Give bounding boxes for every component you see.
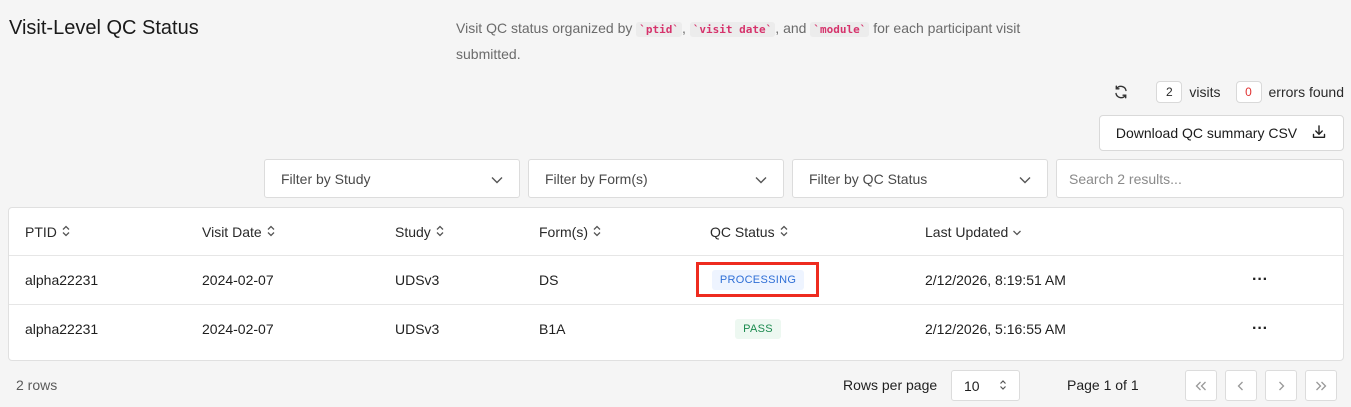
table-row[interactable]: alpha22231 2024-02-07 UDSv3 B1A PASS 2/1…	[9, 305, 1343, 354]
table-footer: 2 rows Rows per page 10 Page 1 of 1	[0, 370, 1351, 402]
cell-forms: B1A	[539, 321, 566, 337]
column-header-forms[interactable]: Form(s)	[539, 208, 602, 256]
download-icon	[1311, 124, 1327, 143]
filter-forms-label: Filter by Form(s)	[545, 170, 648, 187]
chevron-down-icon	[491, 171, 503, 187]
filter-qc-status-dropdown[interactable]: Filter by QC Status	[792, 159, 1048, 198]
stats-bar: 2 visits 0 errors found	[1112, 80, 1344, 104]
download-button-label: Download QC summary CSV	[1115, 125, 1298, 141]
qc-status-table: PTID Visit Date Study Form(s) QC Status …	[8, 207, 1344, 361]
chevron-down-icon	[755, 171, 767, 187]
sort-icon	[266, 224, 276, 240]
column-label: QC Status	[710, 224, 775, 240]
chevron-right-icon	[1277, 378, 1285, 394]
errors-count-badge: 0	[1235, 81, 1262, 103]
column-header-last-updated[interactable]: Last Updated	[925, 208, 1022, 256]
chevron-updown-icon	[999, 378, 1007, 394]
chevron-left-icon	[1237, 378, 1245, 394]
visits-count-badge: 2	[1156, 81, 1183, 103]
sort-icon	[779, 224, 789, 240]
pagination	[1185, 370, 1337, 401]
page-title: Visit-Level QC Status	[9, 17, 199, 39]
cell-ptid: alpha22231	[25, 272, 99, 288]
code-module: `module`	[810, 22, 870, 37]
desc-text: ,	[682, 20, 690, 36]
rows-per-page-select[interactable]: 10	[951, 370, 1020, 401]
cell-study: UDSv3	[395, 321, 440, 337]
rows-count: 2 rows	[16, 377, 58, 393]
desc-text: , and	[775, 20, 811, 36]
column-header-ptid[interactable]: PTID	[25, 208, 71, 256]
code-visit-date: `visit date`	[689, 22, 776, 37]
row-actions-menu-icon[interactable]: ···	[1245, 256, 1275, 304]
filter-qc-status-label: Filter by QC Status	[809, 170, 928, 187]
chevron-down-icon	[1019, 171, 1031, 187]
row-actions-menu-icon[interactable]: ···	[1245, 305, 1275, 353]
column-header-study[interactable]: Study	[395, 208, 445, 256]
download-qc-csv-button[interactable]: Download QC summary CSV	[1099, 115, 1344, 151]
cell-visit-date: 2024-02-07	[202, 272, 274, 288]
filter-study-dropdown[interactable]: Filter by Study	[264, 159, 520, 198]
column-label: Visit Date	[202, 224, 262, 240]
visits-label: visits	[1189, 84, 1221, 100]
rows-per-page-label: Rows per page	[843, 377, 938, 393]
desc-text: Visit QC status organized by	[456, 20, 637, 36]
column-label: PTID	[25, 224, 57, 240]
cell-last-updated: 2/12/2026, 5:16:55 AM	[925, 321, 1066, 337]
chevron-down-icon	[1012, 224, 1022, 240]
column-header-visit-date[interactable]: Visit Date	[202, 208, 276, 256]
cell-forms: DS	[539, 272, 559, 288]
chevrons-left-icon	[1195, 378, 1207, 394]
first-page-button[interactable]	[1185, 370, 1217, 401]
cell-visit-date: 2024-02-07	[202, 321, 274, 337]
table-header: PTID Visit Date Study Form(s) QC Status …	[9, 208, 1343, 256]
cell-last-updated: 2/12/2026, 8:19:51 AM	[925, 272, 1066, 288]
column-header-qc-status[interactable]: QC Status	[710, 208, 789, 256]
filter-study-label: Filter by Study	[281, 170, 371, 187]
errors-label: errors found	[1268, 84, 1344, 100]
search-input[interactable]	[1056, 159, 1344, 198]
filter-bar: Filter by Study Filter by Form(s) Filter…	[264, 159, 1344, 198]
refresh-icon[interactable]	[1112, 83, 1130, 101]
cell-qc-status: PASS	[719, 305, 797, 353]
filter-forms-dropdown[interactable]: Filter by Form(s)	[528, 159, 784, 198]
column-label: Form(s)	[539, 224, 588, 240]
cell-ptid: alpha22231	[25, 321, 99, 337]
status-badge: PASS	[735, 319, 781, 339]
sort-icon	[592, 224, 602, 240]
previous-page-button[interactable]	[1225, 370, 1257, 401]
column-label: Last Updated	[925, 224, 1009, 240]
chevrons-right-icon	[1315, 378, 1327, 394]
page-indicator: Page 1 of 1	[1067, 377, 1139, 393]
sort-icon	[435, 224, 445, 240]
cell-qc-status: PROCESSING	[711, 256, 805, 304]
rows-per-page-value: 10	[964, 377, 980, 394]
last-page-button[interactable]	[1305, 370, 1337, 401]
code-ptid: `ptid`	[636, 22, 683, 37]
page-description: Visit QC status organized by `ptid`, `vi…	[456, 16, 1056, 66]
table-row[interactable]: alpha22231 2024-02-07 UDSv3 DS PROCESSIN…	[9, 256, 1343, 305]
cell-study: UDSv3	[395, 272, 440, 288]
next-page-button[interactable]	[1265, 370, 1297, 401]
sort-icon	[61, 224, 71, 240]
column-label: Study	[395, 224, 431, 240]
status-badge: PROCESSING	[711, 270, 805, 290]
